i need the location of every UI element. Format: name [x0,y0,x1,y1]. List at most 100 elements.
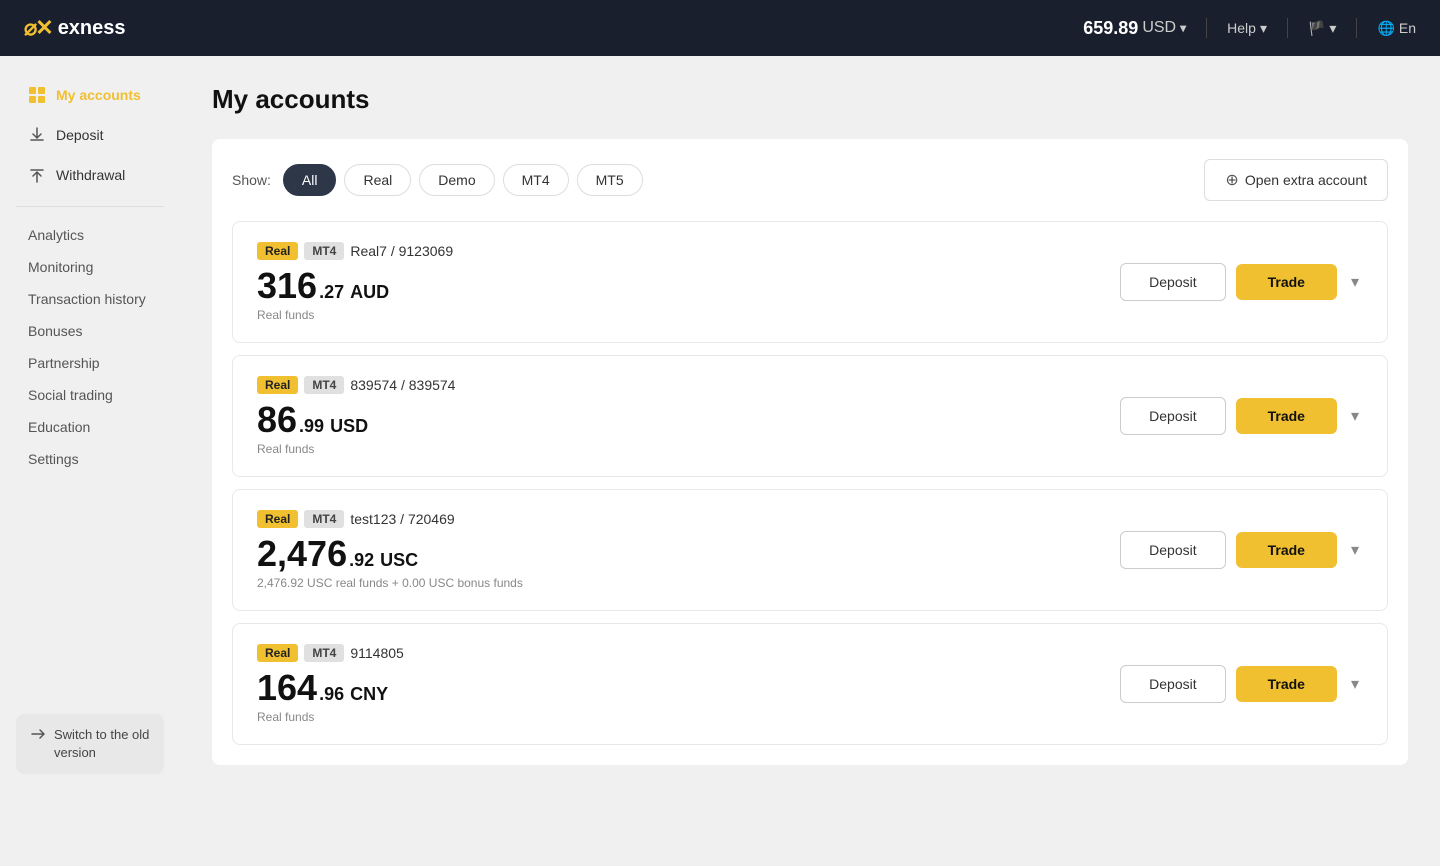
sidebar-my-accounts-label: My accounts [56,87,141,103]
help-button[interactable]: Help ▾ [1227,20,1267,37]
open-extra-label: Open extra account [1245,172,1367,188]
sidebar-item-analytics[interactable]: Analytics [16,219,164,251]
balance-decimal-2: .92 [349,550,374,571]
account-balance-0: 316 .27 AUD [257,268,453,304]
balance-curr-3: CNY [350,684,388,705]
account-info-1: Real MT4 839574 / 839574 86 .99 USD Real… [257,376,455,456]
trade-button-1[interactable]: Trade [1236,398,1337,434]
flag-button[interactable]: 🏴 ▾ [1308,20,1336,37]
tag-mt-2: MT4 [304,510,344,528]
sidebar-item-transaction-history[interactable]: Transaction history [16,283,164,315]
account-sub-1: Real funds [257,442,455,456]
sidebar-item-social-trading[interactable]: Social trading [16,379,164,411]
trade-button-3[interactable]: Trade [1236,666,1337,702]
balance-amount: 659.89 [1083,18,1138,39]
sidebar-item-partnership[interactable]: Partnership [16,347,164,379]
language-button[interactable]: 🌐 En [1377,20,1416,37]
account-card-2: Real MT4 test123 / 720469 2,476 .92 USC … [232,489,1388,611]
balance-main-2: 2,476 [257,536,347,572]
balance-display[interactable]: 659.89 USD ▾ [1083,18,1186,39]
filter-mt4-button[interactable]: MT4 [503,164,569,196]
balance-decimal-0: .27 [319,282,344,303]
balance-curr-1: USD [330,416,368,437]
sidebar-item-monitoring[interactable]: Monitoring [16,251,164,283]
balance-chevron-icon: ▾ [1180,21,1186,35]
sidebar-item-education[interactable]: Education [16,411,164,443]
flag-chevron-icon: ▾ [1329,20,1336,37]
balance-main-0: 316 [257,268,317,304]
divider [1206,18,1207,38]
sidebar-withdrawal-label: Withdrawal [56,167,125,183]
account-tags-2: Real MT4 test123 / 720469 [257,510,523,528]
tag-mt-0: MT4 [304,242,344,260]
globe-icon: 🌐 [1377,20,1394,37]
accounts-container: Show: All Real Demo MT4 MT5 ⊕ Open extra… [212,139,1408,765]
page-title: My accounts [212,84,1408,115]
account-balance-3: 164 .96 CNY [257,670,404,706]
switch-old-version-label: Switch to the old version [54,726,150,762]
expand-button-3[interactable]: ▾ [1347,670,1363,698]
logo[interactable]: ⌀✕ exness [24,15,126,41]
switch-old-version-button[interactable]: Switch to the old version [16,714,164,774]
deposit-button-2[interactable]: Deposit [1120,531,1225,569]
balance-decimal-3: .96 [319,684,344,705]
sidebar: My accounts Deposit Withdrawal [0,56,180,810]
deposit-button-3[interactable]: Deposit [1120,665,1225,703]
trade-button-0[interactable]: Trade [1236,264,1337,300]
logo-text: exness [58,17,126,40]
divider2 [1287,18,1288,38]
filter-real-button[interactable]: Real [344,164,411,196]
filter-mt5-button[interactable]: MT5 [577,164,643,196]
tag-real-2: Real [257,510,298,528]
show-label: Show: [232,172,271,188]
account-name-2: test123 / 720469 [350,511,454,527]
expand-button-1[interactable]: ▾ [1347,402,1363,430]
plus-circle-icon: ⊕ [1225,170,1238,190]
deposit-button-0[interactable]: Deposit [1120,263,1225,301]
sidebar-bottom: Switch to the old version [0,698,180,790]
account-card-3: Real MT4 9114805 164 .96 CNY Real funds … [232,623,1388,745]
account-info-2: Real MT4 test123 / 720469 2,476 .92 USC … [257,510,523,590]
sidebar-item-my-accounts[interactable]: My accounts [16,76,164,114]
trade-button-2[interactable]: Trade [1236,532,1337,568]
account-name-1: 839574 / 839574 [350,377,455,393]
sidebar-item-deposit[interactable]: Deposit [16,116,164,154]
sidebar-deposit-label: Deposit [56,127,103,143]
tag-real-0: Real [257,242,298,260]
sidebar-divider [16,206,164,207]
deposit-button-1[interactable]: Deposit [1120,397,1225,435]
tag-mt-3: MT4 [304,644,344,662]
expand-button-2[interactable]: ▾ [1347,536,1363,564]
account-actions-0: Deposit Trade ▾ [1120,263,1363,301]
filter-bar: Show: All Real Demo MT4 MT5 ⊕ Open extra… [232,159,1388,201]
flag-icon: 🏴 [1308,20,1325,37]
my-accounts-icon [28,86,46,104]
account-balance-1: 86 .99 USD [257,402,455,438]
topnav-right: 659.89 USD ▾ Help ▾ 🏴 ▾ 🌐 En [1083,18,1416,39]
sidebar-item-settings[interactable]: Settings [16,443,164,475]
balance-currency: USD [1142,19,1176,37]
account-sub-3: Real funds [257,710,404,724]
account-balance-2: 2,476 .92 USC [257,536,523,572]
account-info-0: Real MT4 Real7 / 9123069 316 .27 AUD Rea… [257,242,453,322]
main-layout: My accounts Deposit Withdrawal [0,56,1440,810]
logo-area: ⌀✕ exness [24,15,126,41]
withdrawal-icon [28,166,46,184]
sidebar-item-withdrawal[interactable]: Withdrawal [16,156,164,194]
divider3 [1356,18,1357,38]
tag-real-1: Real [257,376,298,394]
account-card-0: Real MT4 Real7 / 9123069 316 .27 AUD Rea… [232,221,1388,343]
balance-main-3: 164 [257,670,317,706]
sidebar-item-bonuses[interactable]: Bonuses [16,315,164,347]
switch-icon [30,726,46,747]
deposit-icon [28,126,46,144]
account-name-0: Real7 / 9123069 [350,243,453,259]
expand-button-0[interactable]: ▾ [1347,268,1363,296]
account-sub-2: 2,476.92 USC real funds + 0.00 USC bonus… [257,576,523,590]
balance-main-1: 86 [257,402,297,438]
filter-all-button[interactable]: All [283,164,337,196]
filter-demo-button[interactable]: Demo [419,164,494,196]
open-extra-account-button[interactable]: ⊕ Open extra account [1204,159,1388,201]
account-tags-3: Real MT4 9114805 [257,644,404,662]
tag-mt-1: MT4 [304,376,344,394]
